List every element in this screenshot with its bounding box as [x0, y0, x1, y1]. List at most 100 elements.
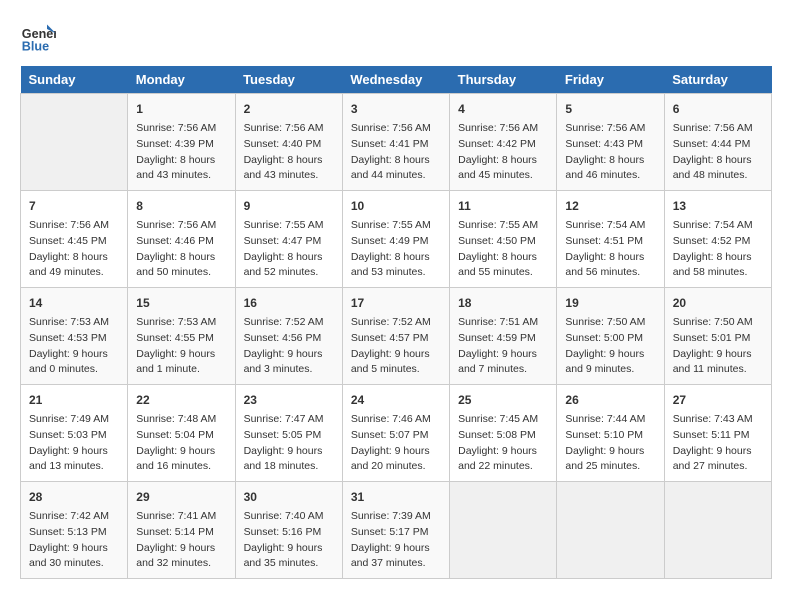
day-number: 15 — [136, 294, 226, 312]
day-info: Sunrise: 7:52 AM Sunset: 4:57 PM Dayligh… — [351, 315, 441, 378]
calendar-cell: 1 Sunrise: 7:56 AM Sunset: 4:39 PM Daylig… — [128, 94, 235, 191]
day-number: 22 — [136, 391, 226, 409]
logo-icon: General Blue — [20, 20, 56, 56]
day-info: Sunrise: 7:56 AM Sunset: 4:41 PM Dayligh… — [351, 121, 441, 184]
calendar-cell: 6 Sunrise: 7:56 AM Sunset: 4:44 PM Daylig… — [664, 94, 771, 191]
logo: General Blue — [20, 20, 56, 56]
day-info: Sunrise: 7:54 AM Sunset: 4:51 PM Dayligh… — [565, 218, 655, 281]
day-info: Sunrise: 7:52 AM Sunset: 4:56 PM Dayligh… — [244, 315, 334, 378]
day-number: 6 — [673, 100, 763, 118]
calendar-cell: 12 Sunrise: 7:54 AM Sunset: 4:51 PM Dayli… — [557, 191, 664, 288]
day-number: 11 — [458, 197, 548, 215]
day-number: 10 — [351, 197, 441, 215]
calendar-cell: 11 Sunrise: 7:55 AM Sunset: 4:50 PM Dayli… — [450, 191, 557, 288]
day-info: Sunrise: 7:47 AM Sunset: 5:05 PM Dayligh… — [244, 412, 334, 475]
calendar-cell: 29 Sunrise: 7:41 AM Sunset: 5:14 PM Dayli… — [128, 482, 235, 579]
day-info: Sunrise: 7:51 AM Sunset: 4:59 PM Dayligh… — [458, 315, 548, 378]
weekday-header: Sunday — [21, 66, 128, 94]
page-header: General Blue — [20, 20, 772, 56]
calendar-cell: 20 Sunrise: 7:50 AM Sunset: 5:01 PM Dayli… — [664, 288, 771, 385]
calendar-cell: 17 Sunrise: 7:52 AM Sunset: 4:57 PM Dayli… — [342, 288, 449, 385]
day-info: Sunrise: 7:43 AM Sunset: 5:11 PM Dayligh… — [673, 412, 763, 475]
day-info: Sunrise: 7:39 AM Sunset: 5:17 PM Dayligh… — [351, 509, 441, 572]
day-number: 28 — [29, 488, 119, 506]
calendar-cell: 15 Sunrise: 7:53 AM Sunset: 4:55 PM Dayli… — [128, 288, 235, 385]
day-number: 31 — [351, 488, 441, 506]
day-number: 17 — [351, 294, 441, 312]
calendar-cell: 2Sunrise: 7:56 AM Sunset: 4:40 PM Daylig… — [235, 94, 342, 191]
day-info: Sunrise: 7:50 AM Sunset: 5:01 PM Dayligh… — [673, 315, 763, 378]
day-number: 30 — [244, 488, 334, 506]
weekday-header: Saturday — [664, 66, 771, 94]
day-info: Sunrise: 7:56 AM Sunset: 4:46 PM Dayligh… — [136, 218, 226, 281]
day-number: 23 — [244, 391, 334, 409]
calendar-body: 1 Sunrise: 7:56 AM Sunset: 4:39 PM Daylig… — [21, 94, 772, 579]
day-info: Sunrise: 7:50 AM Sunset: 5:00 PM Dayligh… — [565, 315, 655, 378]
day-info: Sunrise: 7:56 AM Sunset: 4:39 PM Dayligh… — [136, 121, 226, 184]
day-info: Sunrise: 7:46 AM Sunset: 5:07 PM Dayligh… — [351, 412, 441, 475]
calendar-cell — [21, 94, 128, 191]
day-number: 5 — [565, 100, 655, 118]
calendar-cell: 9 Sunrise: 7:55 AM Sunset: 4:47 PM Daylig… — [235, 191, 342, 288]
day-info: Sunrise: 7:44 AM Sunset: 5:10 PM Dayligh… — [565, 412, 655, 475]
weekday-header: Monday — [128, 66, 235, 94]
calendar-table: SundayMondayTuesdayWednesdayThursdayFrid… — [20, 66, 772, 579]
day-info: Sunrise: 7:40 AM Sunset: 5:16 PM Dayligh… — [244, 509, 334, 572]
weekday-header: Friday — [557, 66, 664, 94]
day-number: 8 — [136, 197, 226, 215]
day-info: Sunrise: 7:49 AM Sunset: 5:03 PM Dayligh… — [29, 412, 119, 475]
calendar-cell: 30 Sunrise: 7:40 AM Sunset: 5:16 PM Dayli… — [235, 482, 342, 579]
day-number: 3 — [351, 100, 441, 118]
day-info: Sunrise: 7:56 AM Sunset: 4:40 PM Dayligh… — [244, 121, 334, 184]
calendar-cell: 27 Sunrise: 7:43 AM Sunset: 5:11 PM Dayli… — [664, 385, 771, 482]
calendar-cell — [557, 482, 664, 579]
day-number: 29 — [136, 488, 226, 506]
calendar-cell: 13 Sunrise: 7:54 AM Sunset: 4:52 PM Dayli… — [664, 191, 771, 288]
calendar-cell: 10 Sunrise: 7:55 AM Sunset: 4:49 PM Dayli… — [342, 191, 449, 288]
calendar-cell: 23 Sunrise: 7:47 AM Sunset: 5:05 PM Dayli… — [235, 385, 342, 482]
day-info: Sunrise: 7:55 AM Sunset: 4:49 PM Dayligh… — [351, 218, 441, 281]
day-number: 24 — [351, 391, 441, 409]
day-number: 16 — [244, 294, 334, 312]
calendar-cell: 21 Sunrise: 7:49 AM Sunset: 5:03 PM Dayli… — [21, 385, 128, 482]
calendar-cell: 5 Sunrise: 7:56 AM Sunset: 4:43 PM Daylig… — [557, 94, 664, 191]
calendar-cell: 24 Sunrise: 7:46 AM Sunset: 5:07 PM Dayli… — [342, 385, 449, 482]
calendar-week-row: 28Sunrise: 7:42 AM Sunset: 5:13 PM Dayli… — [21, 482, 772, 579]
day-number: 26 — [565, 391, 655, 409]
day-info: Sunrise: 7:55 AM Sunset: 4:47 PM Dayligh… — [244, 218, 334, 281]
day-number: 25 — [458, 391, 548, 409]
day-info: Sunrise: 7:55 AM Sunset: 4:50 PM Dayligh… — [458, 218, 548, 281]
day-info: Sunrise: 7:53 AM Sunset: 4:53 PM Dayligh… — [29, 315, 119, 378]
calendar-cell — [450, 482, 557, 579]
calendar-cell: 26 Sunrise: 7:44 AM Sunset: 5:10 PM Dayli… — [557, 385, 664, 482]
day-number: 21 — [29, 391, 119, 409]
day-number: 4 — [458, 100, 548, 118]
day-number: 9 — [244, 197, 334, 215]
calendar-cell: 8 Sunrise: 7:56 AM Sunset: 4:46 PM Daylig… — [128, 191, 235, 288]
day-number: 20 — [673, 294, 763, 312]
calendar-cell: 25 Sunrise: 7:45 AM Sunset: 5:08 PM Dayli… — [450, 385, 557, 482]
day-info: Sunrise: 7:54 AM Sunset: 4:52 PM Dayligh… — [673, 218, 763, 281]
calendar-header: SundayMondayTuesdayWednesdayThursdayFrid… — [21, 66, 772, 94]
calendar-cell: 18Sunrise: 7:51 AM Sunset: 4:59 PM Dayli… — [450, 288, 557, 385]
calendar-cell: 16 Sunrise: 7:52 AM Sunset: 4:56 PM Dayli… — [235, 288, 342, 385]
calendar-cell: 3 Sunrise: 7:56 AM Sunset: 4:41 PM Daylig… — [342, 94, 449, 191]
day-info: Sunrise: 7:56 AM Sunset: 4:44 PM Dayligh… — [673, 121, 763, 184]
calendar-cell: 7Sunrise: 7:56 AM Sunset: 4:45 PM Daylig… — [21, 191, 128, 288]
day-info: Sunrise: 7:45 AM Sunset: 5:08 PM Dayligh… — [458, 412, 548, 475]
weekday-header: Wednesday — [342, 66, 449, 94]
calendar-cell — [664, 482, 771, 579]
svg-text:Blue: Blue — [22, 40, 49, 54]
calendar-cell: 4 Sunrise: 7:56 AM Sunset: 4:42 PM Daylig… — [450, 94, 557, 191]
calendar-cell: 22Sunrise: 7:48 AM Sunset: 5:04 PM Dayli… — [128, 385, 235, 482]
day-info: Sunrise: 7:56 AM Sunset: 4:43 PM Dayligh… — [565, 121, 655, 184]
day-number: 13 — [673, 197, 763, 215]
day-number: 1 — [136, 100, 226, 118]
weekday-header: Tuesday — [235, 66, 342, 94]
calendar-cell: 14Sunrise: 7:53 AM Sunset: 4:53 PM Dayli… — [21, 288, 128, 385]
day-number: 27 — [673, 391, 763, 409]
day-info: Sunrise: 7:41 AM Sunset: 5:14 PM Dayligh… — [136, 509, 226, 572]
day-info: Sunrise: 7:56 AM Sunset: 4:42 PM Dayligh… — [458, 121, 548, 184]
day-number: 12 — [565, 197, 655, 215]
day-info: Sunrise: 7:53 AM Sunset: 4:55 PM Dayligh… — [136, 315, 226, 378]
